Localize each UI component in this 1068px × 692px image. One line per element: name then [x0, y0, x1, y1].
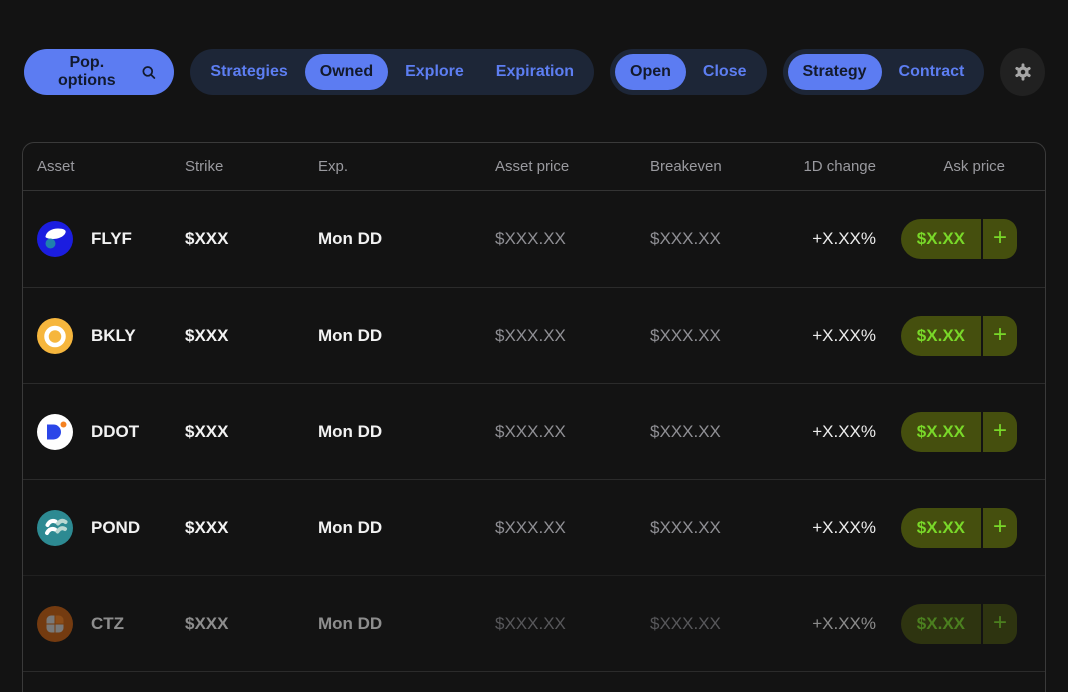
- exp-value: Mon DD: [304, 384, 481, 479]
- ctz-logo-icon: [37, 606, 73, 642]
- view-tab[interactable]: Expiration: [481, 54, 589, 90]
- ask-price-button[interactable]: $X.XX: [901, 316, 981, 356]
- settings-button[interactable]: [1000, 48, 1045, 96]
- table-row[interactable]: BKLY $XXX Mon DD $XXX.XX $XXX.XX +X.XX% …: [23, 287, 1045, 383]
- column-header-ask-price: Ask price: [876, 143, 1045, 190]
- exp-value: Mon DD: [304, 288, 481, 383]
- breakeven-value: $XXX.XX: [636, 191, 776, 287]
- asset-price-value: $XXX.XX: [481, 480, 636, 575]
- asset-ticker: FLYF: [91, 229, 132, 249]
- options-table: Asset Strike Exp. Asset price Breakeven …: [22, 142, 1046, 692]
- asset-price-value: $XXX.XX: [481, 191, 636, 287]
- breakeven-value: $XXX.XX: [636, 480, 776, 575]
- asset-ticker: POND: [91, 518, 140, 538]
- breakeven-value: $XXX.XX: [636, 384, 776, 479]
- ask-price-pill: $X.XX +: [901, 508, 1017, 548]
- asset-cell: CTZ: [23, 576, 171, 671]
- breakeven-value: $XXX.XX: [636, 576, 776, 671]
- change-value: +X.XX%: [776, 288, 876, 383]
- ask-price-pill: $X.XX +: [901, 412, 1017, 452]
- add-button[interactable]: +: [981, 219, 1017, 259]
- breakeven-value: $XXX.XX: [636, 288, 776, 383]
- column-header-asset: Asset: [23, 143, 171, 190]
- table-row[interactable]: POND $XXX Mon DD $XXX.XX $XXX.XX +X.XX% …: [23, 479, 1045, 575]
- add-button[interactable]: +: [981, 412, 1017, 452]
- strike-value: $XXX: [171, 288, 304, 383]
- asset-price-value: $XXX.XX: [481, 288, 636, 383]
- exp-value: Mon DD: [304, 191, 481, 287]
- table-header: Asset Strike Exp. Asset price Breakeven …: [23, 143, 1045, 191]
- change-value: +X.XX%: [776, 384, 876, 479]
- side-tabs: OpenClose: [610, 49, 766, 95]
- view-tab[interactable]: Owned: [305, 54, 388, 90]
- ask-price-button[interactable]: $X.XX: [901, 412, 981, 452]
- toolbar: Pop. options StrategiesOwnedExploreExpir…: [24, 48, 1045, 96]
- ask-price-button[interactable]: $X.XX: [901, 604, 981, 644]
- gear-icon: [1012, 61, 1034, 83]
- options-screen: Pop. options StrategiesOwnedExploreExpir…: [0, 0, 1068, 692]
- pond-logo-icon: [37, 510, 73, 546]
- asset-cell: FLYF: [23, 191, 171, 287]
- mode-tabs: StrategyContract: [783, 49, 985, 95]
- strike-value: $XXX: [171, 384, 304, 479]
- change-value: +X.XX%: [776, 576, 876, 671]
- flyf-logo-icon: [37, 221, 73, 257]
- ask-cell: $X.XX +: [876, 191, 1045, 287]
- ask-cell: $X.XX +: [876, 288, 1045, 383]
- asset-cell: DDOT: [23, 384, 171, 479]
- ask-price-button[interactable]: $X.XX: [901, 508, 981, 548]
- pop-options-button[interactable]: Pop. options: [24, 49, 174, 95]
- view-tab[interactable]: Explore: [390, 54, 479, 90]
- column-header-asset-price: Asset price: [481, 143, 636, 190]
- table-body: FLYF $XXX Mon DD $XXX.XX $XXX.XX +X.XX% …: [23, 191, 1045, 671]
- asset-ticker: CTZ: [91, 614, 124, 634]
- ask-price-pill: $X.XX +: [901, 316, 1017, 356]
- column-header-breakeven: Breakeven: [636, 143, 776, 190]
- table-row[interactable]: DDOT $XXX Mon DD $XXX.XX $XXX.XX +X.XX% …: [23, 383, 1045, 479]
- asset-ticker: DDOT: [91, 422, 139, 442]
- strike-value: $XXX: [171, 480, 304, 575]
- strike-value: $XXX: [171, 576, 304, 671]
- ddot-logo-icon: [37, 414, 73, 450]
- pop-options-label: Pop. options: [42, 54, 132, 90]
- exp-value: Mon DD: [304, 576, 481, 671]
- table-row-partial: [23, 671, 1045, 692]
- change-value: +X.XX%: [776, 480, 876, 575]
- column-header-strike: Strike: [171, 143, 304, 190]
- ask-price-button[interactable]: $X.XX: [901, 219, 981, 259]
- ask-cell: $X.XX +: [876, 576, 1045, 671]
- add-button[interactable]: +: [981, 316, 1017, 356]
- asset-ticker: BKLY: [91, 326, 136, 346]
- strike-value: $XXX: [171, 191, 304, 287]
- table-row[interactable]: FLYF $XXX Mon DD $XXX.XX $XXX.XX +X.XX% …: [23, 191, 1045, 287]
- exp-value: Mon DD: [304, 480, 481, 575]
- ask-price-pill: $X.XX +: [901, 219, 1017, 259]
- add-button[interactable]: +: [981, 604, 1017, 644]
- change-value: +X.XX%: [776, 191, 876, 287]
- add-button[interactable]: +: [981, 508, 1017, 548]
- bkly-logo-icon: [37, 318, 73, 354]
- mode-tab[interactable]: Contract: [884, 54, 980, 90]
- ask-price-pill: $X.XX +: [901, 604, 1017, 644]
- mode-tab[interactable]: Strategy: [788, 54, 882, 90]
- side-tab[interactable]: Close: [688, 54, 762, 90]
- table-row[interactable]: CTZ $XXX Mon DD $XXX.XX $XXX.XX +X.XX% $…: [23, 575, 1045, 671]
- column-header-1d-change: 1D change: [776, 143, 876, 190]
- asset-price-value: $XXX.XX: [481, 384, 636, 479]
- asset-cell: BKLY: [23, 288, 171, 383]
- ask-cell: $X.XX +: [876, 384, 1045, 479]
- ask-cell: $X.XX +: [876, 480, 1045, 575]
- asset-cell: POND: [23, 480, 171, 575]
- asset-price-value: $XXX.XX: [481, 576, 636, 671]
- search-icon: [141, 64, 157, 81]
- view-tab[interactable]: Strategies: [195, 54, 302, 90]
- column-header-exp: Exp.: [304, 143, 481, 190]
- side-tab[interactable]: Open: [615, 54, 686, 90]
- view-tabs: StrategiesOwnedExploreExpiration: [190, 49, 594, 95]
